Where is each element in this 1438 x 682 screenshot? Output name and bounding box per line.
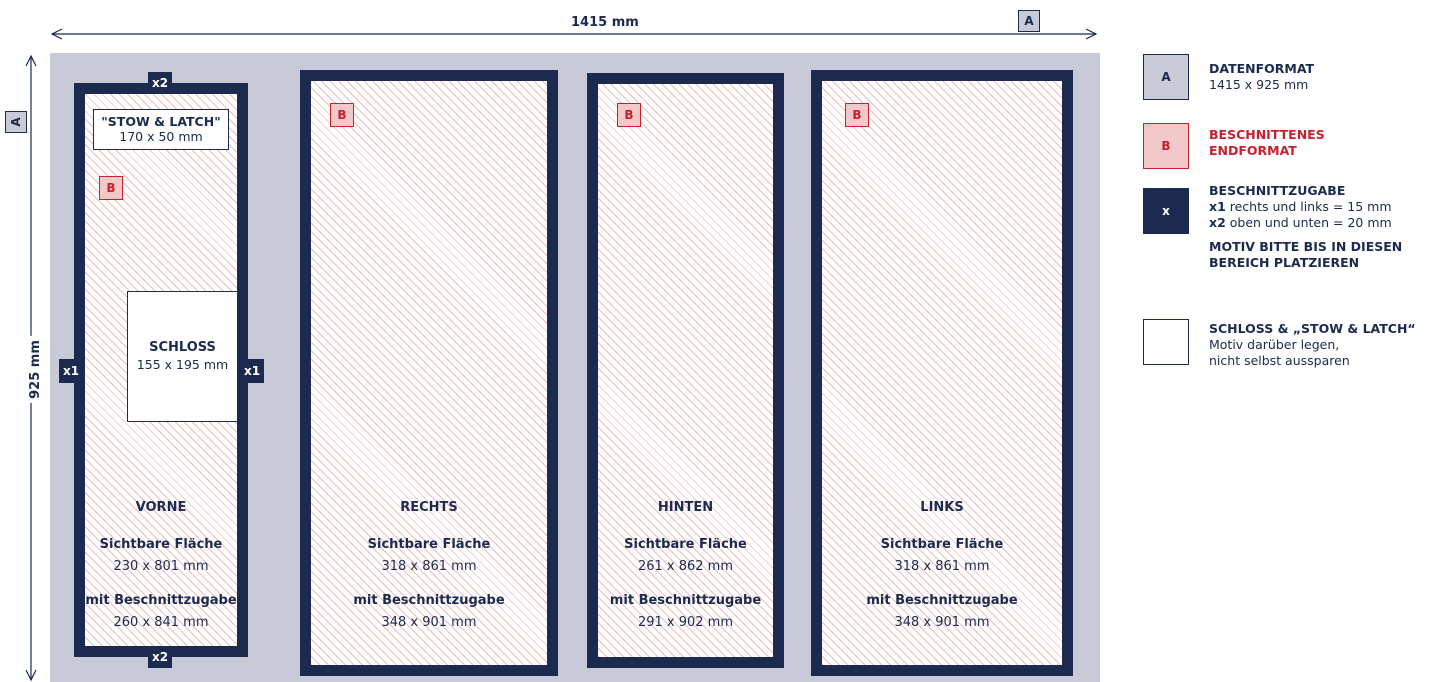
schloss-size: 155 x 195 mm bbox=[136, 357, 229, 372]
legend-white-swatch bbox=[1143, 319, 1189, 365]
panel-rechts: B RECHTS Sichtbare Fläche 318 x 861 mm m… bbox=[300, 70, 558, 676]
bleed-label: mit Beschnittzugabe bbox=[353, 593, 505, 608]
panel-links: B LINKS Sichtbare Fläche 318 x 861 mm mi… bbox=[811, 70, 1073, 676]
legend-white-line-2: nicht selbst aussparen bbox=[1209, 353, 1350, 368]
legend-x2-text: oben und unten = 20 mm bbox=[1229, 215, 1392, 230]
legend-b-swatch: B bbox=[1143, 123, 1189, 169]
panel-name: HINTEN bbox=[657, 500, 714, 515]
bleed-label: mit Beschnittzugabe bbox=[85, 593, 237, 608]
legend-x1-text: rechts und links = 15 mm bbox=[1229, 199, 1392, 214]
visible-size: 318 x 861 mm bbox=[894, 559, 990, 574]
bleed-size: 291 x 902 mm bbox=[637, 615, 734, 630]
panel-name: LINKS bbox=[920, 500, 964, 515]
tag-b: B bbox=[845, 103, 869, 127]
legend-x2-key: x2 bbox=[1209, 215, 1226, 230]
panel-hinten: B HINTEN Sichtbare Fläche 261 x 862 mm m… bbox=[587, 73, 784, 668]
bleed-area: mit Beschnittzugabe 260 x 841 mm bbox=[85, 590, 237, 634]
legend-x-swatch: x bbox=[1143, 188, 1189, 234]
tag-b: B bbox=[330, 103, 354, 127]
tag-b: B bbox=[617, 103, 641, 127]
stow-latch-size: 170 x 50 mm bbox=[119, 129, 203, 144]
legend-white-title: SCHLOSS & „STOW & LATCH“ bbox=[1209, 321, 1416, 336]
panel-title: RECHTS bbox=[311, 496, 547, 515]
legend-x1-key: x1 bbox=[1209, 199, 1226, 214]
legend-white-line-1: Motiv darüber legen, bbox=[1209, 337, 1340, 352]
visible-area: Sichtbare Fläche 230 x 801 mm bbox=[85, 534, 237, 578]
panel-title: VORNE bbox=[85, 496, 237, 515]
legend-a-swatch: A bbox=[1143, 54, 1189, 100]
panel-name: VORNE bbox=[135, 500, 187, 515]
schloss-box: SCHLOSS 155 x 195 mm bbox=[127, 291, 238, 422]
bleed-label: mit Beschnittzugabe bbox=[866, 593, 1018, 608]
legend-a-value: 1415 x 925 mm bbox=[1209, 77, 1309, 92]
visible-label: Sichtbare Fläche bbox=[367, 537, 491, 552]
bleed-area: mit Beschnittzugabe 348 x 901 mm bbox=[311, 590, 547, 634]
legend-b-title-1: BESCHNITTENES bbox=[1209, 127, 1325, 142]
width-label: 1415 mm bbox=[567, 15, 643, 30]
legend-x-note-2: BEREICH PLATZIEREN bbox=[1209, 255, 1360, 270]
height-label: 925 mm bbox=[27, 336, 43, 403]
bleed-marker-right: x1 bbox=[240, 359, 265, 383]
bleed-marker-left: x1 bbox=[59, 359, 84, 383]
visible-label: Sichtbare Fläche bbox=[880, 537, 1004, 552]
visible-area: Sichtbare Fläche 318 x 861 mm bbox=[822, 534, 1062, 578]
bleed-size: 348 x 901 mm bbox=[381, 615, 477, 630]
tag-b: B bbox=[99, 176, 123, 200]
panel-title: LINKS bbox=[822, 496, 1062, 515]
bleed-area: mit Beschnittzugabe 291 x 902 mm bbox=[598, 590, 773, 634]
visible-label: Sichtbare Fläche bbox=[624, 537, 747, 552]
panel-name: RECHTS bbox=[400, 500, 458, 515]
bleed-marker-top: x2 bbox=[148, 72, 173, 94]
legend-a-title: DATENFORMAT bbox=[1209, 61, 1315, 76]
legend-b-text: BESCHNITTENES ENDFORMAT bbox=[1209, 127, 1325, 159]
panel-title: HINTEN bbox=[598, 496, 773, 515]
bleed-marker-bottom: x2 bbox=[148, 646, 173, 668]
legend-x-note-1: MOTIV BITTE BIS IN DIESEN bbox=[1209, 239, 1403, 254]
tag-a-left: A bbox=[5, 111, 27, 133]
legend-x-text: BESCHNITTZUGABE x1 rechts und links = 15… bbox=[1209, 183, 1402, 271]
visible-size: 230 x 801 mm bbox=[113, 559, 209, 574]
bleed-label: mit Beschnittzugabe bbox=[609, 593, 762, 608]
legend-b-title-2: ENDFORMAT bbox=[1209, 143, 1297, 158]
visible-size: 318 x 861 mm bbox=[381, 559, 477, 574]
visible-label: Sichtbare Fläche bbox=[99, 537, 223, 552]
bleed-size: 260 x 841 mm bbox=[113, 615, 209, 630]
legend-x-title: BESCHNITTZUGABE bbox=[1209, 183, 1346, 198]
tag-a-top: A bbox=[1018, 10, 1040, 32]
visible-size: 261 x 862 mm bbox=[637, 559, 734, 574]
stow-latch-title: "STOW & LATCH" bbox=[101, 114, 221, 129]
legend-white-text: SCHLOSS & „STOW & LATCH“ Motiv darüber l… bbox=[1209, 321, 1416, 369]
visible-area: Sichtbare Fläche 261 x 862 mm bbox=[598, 534, 773, 578]
bleed-area: mit Beschnittzugabe 348 x 901 mm bbox=[822, 590, 1062, 634]
bleed-size: 348 x 901 mm bbox=[894, 615, 990, 630]
legend-a-text: DATENFORMAT 1415 x 925 mm bbox=[1209, 61, 1314, 93]
schloss-title: SCHLOSS bbox=[149, 340, 216, 355]
visible-area: Sichtbare Fläche 318 x 861 mm bbox=[311, 534, 547, 578]
stow-latch-box: "STOW & LATCH" 170 x 50 mm bbox=[93, 109, 229, 150]
